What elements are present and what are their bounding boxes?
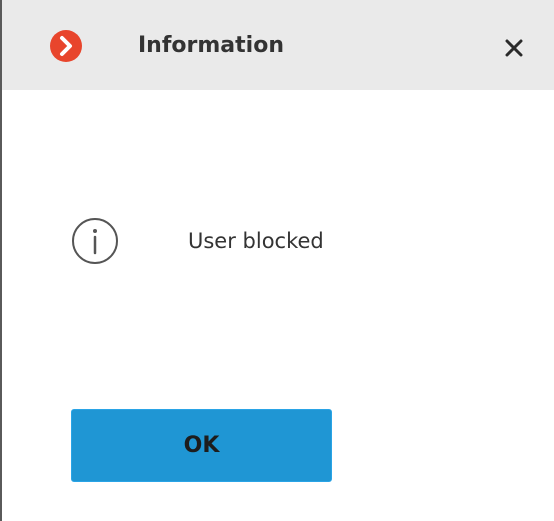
chevron-right-circle-icon: [49, 29, 83, 63]
dialog-titlebar: Information: [2, 0, 554, 90]
ok-button[interactable]: OK: [71, 409, 332, 482]
close-icon[interactable]: [499, 33, 529, 63]
information-dialog: Information User blocked OK: [0, 0, 554, 521]
info-icon: [71, 217, 119, 265]
dialog-title: Information: [138, 33, 284, 58]
dialog-message: User blocked: [188, 229, 324, 253]
